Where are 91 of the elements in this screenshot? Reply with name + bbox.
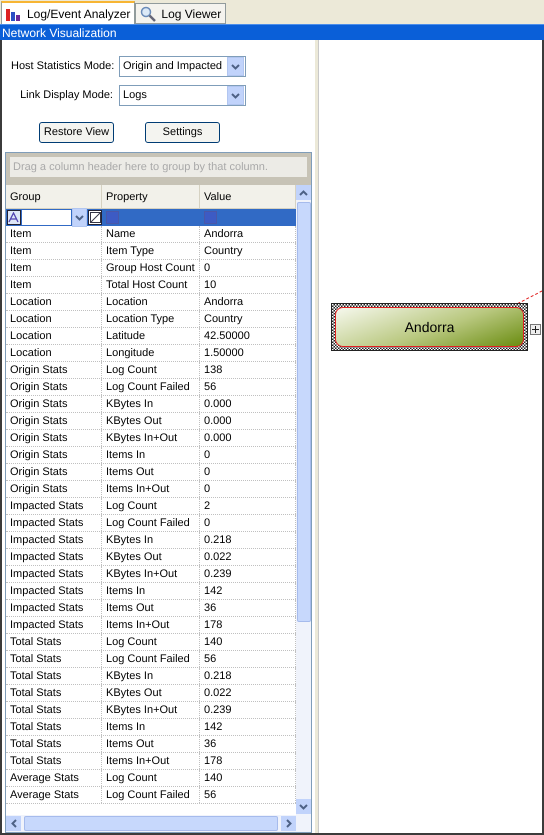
tab[interactable]: Log Viewer — [135, 3, 226, 24]
node-label: Andorra — [404, 318, 454, 336]
table-cell: Item — [6, 243, 102, 259]
vertical-scrollbar[interactable] — [296, 185, 311, 832]
table-cell: Total Stats — [6, 668, 102, 684]
table-cell: Origin Stats — [6, 396, 102, 412]
table-cell: KBytes Out — [102, 685, 200, 701]
table-cell: Origin Stats — [6, 362, 102, 378]
table-cell: Items In — [102, 583, 200, 599]
expand-icon[interactable] — [530, 324, 541, 335]
table-cell: KBytes In — [102, 396, 200, 412]
table-cell: Impacted Stats — [6, 549, 102, 565]
table-cell: KBytes Out — [102, 549, 200, 565]
table-cell: Total Stats — [6, 753, 102, 769]
magnifier-icon — [140, 6, 156, 22]
table-cell: Items In+Out — [102, 753, 200, 769]
table-cell: Impacted Stats — [6, 583, 102, 599]
filter-icon — [106, 211, 119, 224]
table-cell: Impacted Stats — [6, 617, 102, 633]
table-cell: Log Count Failed — [102, 651, 200, 667]
table-cell: Location — [6, 345, 102, 361]
table-cell: Total Host Count — [102, 277, 200, 293]
table-cell: Items In+Out — [102, 481, 200, 497]
table-cell: Impacted Stats — [6, 498, 102, 514]
table-cell: Items In — [102, 447, 200, 463]
table-cell: Impacted Stats — [6, 532, 102, 548]
table-cell: Log Count — [102, 362, 200, 378]
table-cell: Total Stats — [6, 651, 102, 667]
table-cell: Origin Stats — [6, 413, 102, 429]
table-cell: Origin Stats — [6, 464, 102, 480]
table-cell: Location — [6, 294, 102, 310]
horizontal-scrollbar[interactable] — [6, 815, 296, 832]
table-cell: Items In — [102, 719, 200, 735]
column-header[interactable]: Property — [102, 185, 200, 208]
table-cell: Total Stats — [6, 719, 102, 735]
table-cell: KBytes Out — [102, 413, 200, 429]
table-cell: Latitude — [102, 328, 200, 344]
clear-filter-icon[interactable] — [88, 210, 102, 225]
table-cell: Item — [6, 226, 102, 242]
table-cell: Origin Stats — [6, 481, 102, 497]
filter-icon — [7, 210, 21, 225]
table-cell: Average Stats — [6, 787, 102, 803]
table-cell: Location Type — [102, 311, 200, 327]
group-panel-hint: Drag a column header here to group by that column. — [10, 157, 307, 177]
table-cell: Items Out — [102, 600, 200, 616]
table-cell: Item — [6, 260, 102, 276]
table-cell: Total Stats — [6, 702, 102, 718]
network-node[interactable]: Andorra — [331, 303, 528, 351]
field-label: Host Statistics Mode: — [11, 59, 113, 74]
table-cell: Origin Stats — [6, 430, 102, 446]
table-cell: Log Count — [102, 498, 200, 514]
bar-chart-icon — [6, 6, 22, 20]
table-cell: Items Out — [102, 464, 200, 480]
table-cell: Impacted Stats — [6, 515, 102, 531]
table-cell: Total Stats — [6, 685, 102, 701]
filter-row[interactable] — [6, 209, 296, 226]
table-cell: Origin Stats — [6, 447, 102, 463]
table-cell: Total Stats — [6, 634, 102, 650]
settings-button[interactable]: Settings — [145, 122, 220, 143]
table-cell: Log Count Failed — [102, 515, 200, 531]
host-statistics-mode-dropdown[interactable]: Origin and Impacted — [119, 56, 246, 77]
table-cell: Name — [102, 226, 200, 242]
table-cell: Log Count Failed — [102, 379, 200, 395]
table-cell: Longitude — [102, 345, 200, 361]
table-cell: Average Stats — [6, 770, 102, 786]
table-cell: Location — [6, 328, 102, 344]
link-display-mode-dropdown[interactable]: Logs — [119, 85, 246, 106]
table-cell: Items In+Out — [102, 617, 200, 633]
table-cell: Origin Stats — [6, 379, 102, 395]
table-cell: KBytes In+Out — [102, 702, 200, 718]
table-cell: Log Count — [102, 634, 200, 650]
table-cell: Location — [102, 294, 200, 310]
table-cell: Item Type — [102, 243, 200, 259]
table-cell: KBytes In — [102, 668, 200, 684]
panel-title: Network Visualization — [0, 24, 544, 40]
table-cell: Impacted Stats — [6, 600, 102, 616]
table-cell: Group Host Count — [102, 260, 200, 276]
table-cell: KBytes In — [102, 532, 200, 548]
tab[interactable]: Log/Event Analyzer — [1, 1, 136, 24]
table-cell: Impacted Stats — [6, 566, 102, 582]
table-cell: Items Out — [102, 736, 200, 752]
table-cell: KBytes In+Out — [102, 566, 200, 582]
table-cell: Location — [6, 311, 102, 327]
table-cell: KBytes In+Out — [102, 430, 200, 446]
restore-view-button[interactable]: Restore View — [39, 122, 114, 143]
table-cell: Total Stats — [6, 736, 102, 752]
table-cell: Log Count — [102, 770, 200, 786]
table-cell: Item — [6, 277, 102, 293]
table-cell: Log Count Failed — [102, 787, 200, 803]
field-label: Link Display Mode: — [19, 88, 113, 104]
filter-icon — [204, 211, 217, 224]
